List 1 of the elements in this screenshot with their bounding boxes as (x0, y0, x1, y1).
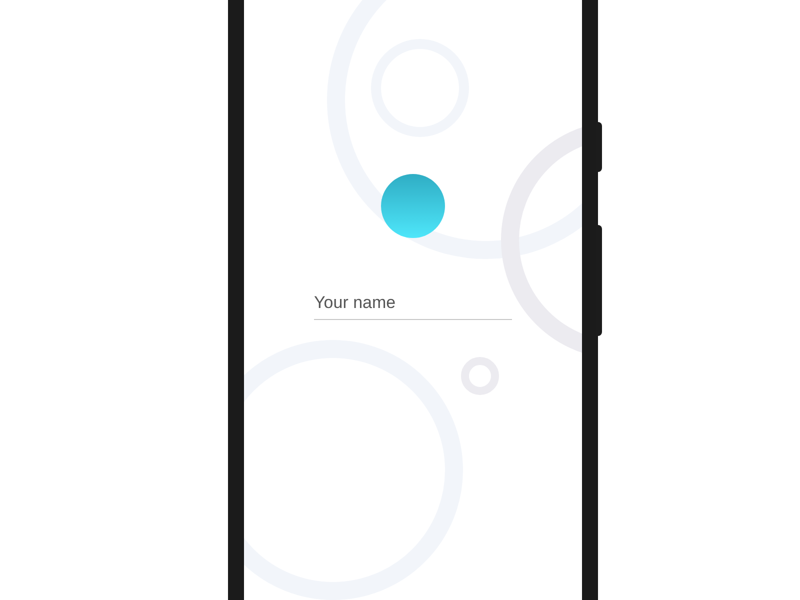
name-input[interactable]: Your name (314, 286, 512, 320)
